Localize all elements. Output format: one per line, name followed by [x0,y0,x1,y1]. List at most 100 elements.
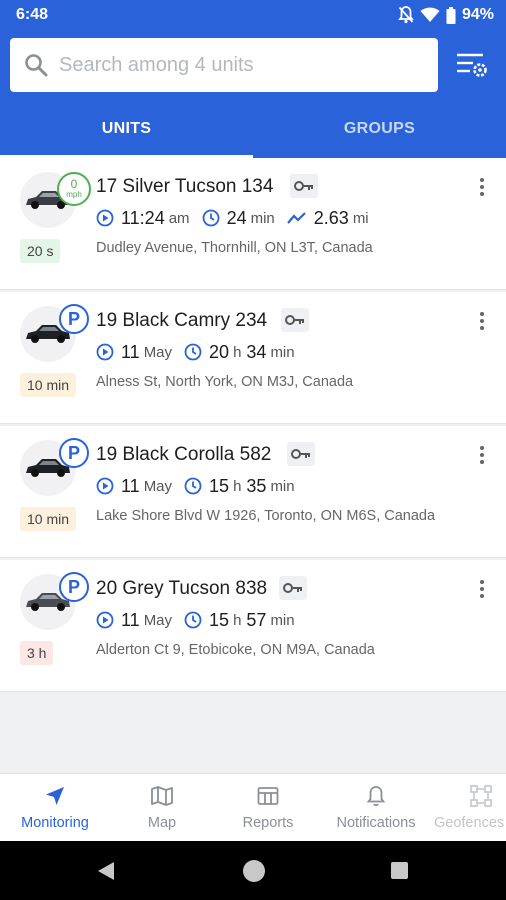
last-time-suffix: am [168,209,190,227]
parked-badge: P [59,438,89,468]
last-time: 11:24 [121,207,165,228]
update-age-badge: 10 min [20,507,77,531]
nav-notifications[interactable]: Notifications [321,774,431,842]
unit-stats: 11 May 15 h 35 min [96,475,295,497]
notifications-off-icon [398,6,414,24]
system-navigation-bar [0,841,506,900]
ignition-key-icon [281,308,309,332]
nav-geofences[interactable]: Geofences [426,774,506,842]
speed-badge: 0 mph [57,172,91,206]
duration-hours-unit: h [233,477,242,495]
last-date: 11 [121,475,140,496]
tab-units[interactable]: UNITS [0,108,253,158]
nav-label: Reports [242,815,294,831]
duration-hours-unit: h [233,343,242,361]
map-icon [151,786,173,806]
tab-bar: UNITS GROUPS [0,108,506,158]
clock-icon [202,209,219,227]
geofence-icon [470,785,492,807]
nav-reports[interactable]: Reports [213,774,323,842]
nav-label: Map [147,815,177,831]
last-date: 11 [121,609,140,630]
app-header: Search among 4 units UNITS GROUPS [0,30,506,158]
parked-badge: P [59,572,89,602]
clock-icon [184,611,202,629]
filter-settings-icon[interactable] [454,50,490,80]
duration-minutes-unit: min [270,611,295,629]
bell-icon [366,786,386,807]
recent-apps-button[interactable] [391,862,408,879]
play-clock-icon [96,611,114,629]
distance-value: 2.63 [313,207,349,228]
nav-monitoring[interactable]: Monitoring [0,774,110,842]
last-date: 11 [121,341,140,362]
update-age-badge: 3 h [20,641,54,665]
unit-address: Alderton Ct 9, Etobicoke, ON M9A, Canada [96,642,375,658]
nav-label: Geofences [434,815,505,831]
clock-icon [184,343,202,361]
more-options-icon[interactable] [474,310,490,334]
unit-card[interactable]: 0 mph 20 s 17 Silver Tucson 134 11:24 am… [0,158,506,290]
more-options-icon[interactable] [474,176,490,200]
duration-minutes-unit: min [270,343,295,361]
unit-name: 17 Silver Tucson 134 [96,176,274,197]
home-button[interactable] [243,860,265,882]
search-bar[interactable]: Search among 4 units [10,38,438,92]
unit-name: 20 Grey Tucson 838 [96,578,268,599]
wifi-icon [420,7,440,22]
unit-stats: 11:24 am 24 min 2.63 mi [96,207,369,229]
nav-label: Monitoring [21,815,89,831]
ignition-key-icon [290,174,318,198]
status-icons: 94% [398,5,494,25]
play-clock-icon [96,209,114,227]
play-clock-icon [96,343,114,361]
more-options-icon[interactable] [474,578,490,602]
last-date-month: May [143,611,173,629]
battery-percent: 94% [461,6,494,23]
unit-card[interactable]: P 10 min 19 Black Camry 234 11 May 20 h … [0,292,506,424]
update-age-badge: 10 min [20,373,77,397]
clock-icon [184,477,202,495]
tab-groups[interactable]: GROUPS [253,108,506,158]
unit-card[interactable]: P 10 min 19 Black Corolla 582 11 May 15 … [0,426,506,558]
unit-card[interactable]: P 3 h 20 Grey Tucson 838 11 May 15 h 57 … [0,560,506,692]
reports-icon [257,787,279,805]
search-icon [25,54,48,77]
more-options-icon[interactable] [474,444,490,468]
duration-hours: 15 [209,475,230,496]
unit-address: Alness St, North York, ON M3J, Canada [96,374,354,390]
duration-minutes: 34 [246,341,267,362]
play-clock-icon [96,477,114,495]
trend-icon [286,212,306,224]
duration-minutes: 35 [246,475,267,496]
parked-badge: P [59,304,89,334]
update-age-badge: 20 s [20,239,61,263]
duration-minutes: 57 [246,609,267,630]
last-date-month: May [143,477,173,495]
duration-minutes-unit: min [270,477,295,495]
ignition-key-icon [279,576,307,600]
duration-value: 24 [226,207,247,228]
duration-hours: 20 [209,341,230,362]
ignition-key-icon [287,442,315,466]
bottom-navigation: Monitoring Map Reports Notifications Geo… [0,773,506,841]
unit-stats: 11 May 20 h 34 min [96,341,295,363]
status-time: 6:48 [16,6,49,23]
unit-address: Lake Shore Blvd W 1926, Toronto, ON M6S,… [96,508,436,524]
unit-name: 19 Black Camry 234 [96,310,268,331]
nav-map[interactable]: Map [107,774,217,842]
battery-icon [446,6,456,24]
navigation-arrow-icon [46,787,64,805]
back-icon[interactable] [97,861,115,881]
unit-name: 19 Black Corolla 582 [96,444,272,465]
unit-stats: 11 May 15 h 57 min [96,609,295,631]
speed-unit: mph [66,190,82,199]
last-date-month: May [143,343,173,361]
unit-address: Dudley Avenue, Thornhill, ON L3T, Canada [96,240,373,256]
duration-hours: 15 [209,609,230,630]
duration-unit: min [250,209,275,227]
duration-hours-unit: h [233,611,242,629]
distance-unit: mi [352,209,369,227]
speed-value: 0 [70,177,78,191]
search-input[interactable]: Search among 4 units [59,54,254,77]
